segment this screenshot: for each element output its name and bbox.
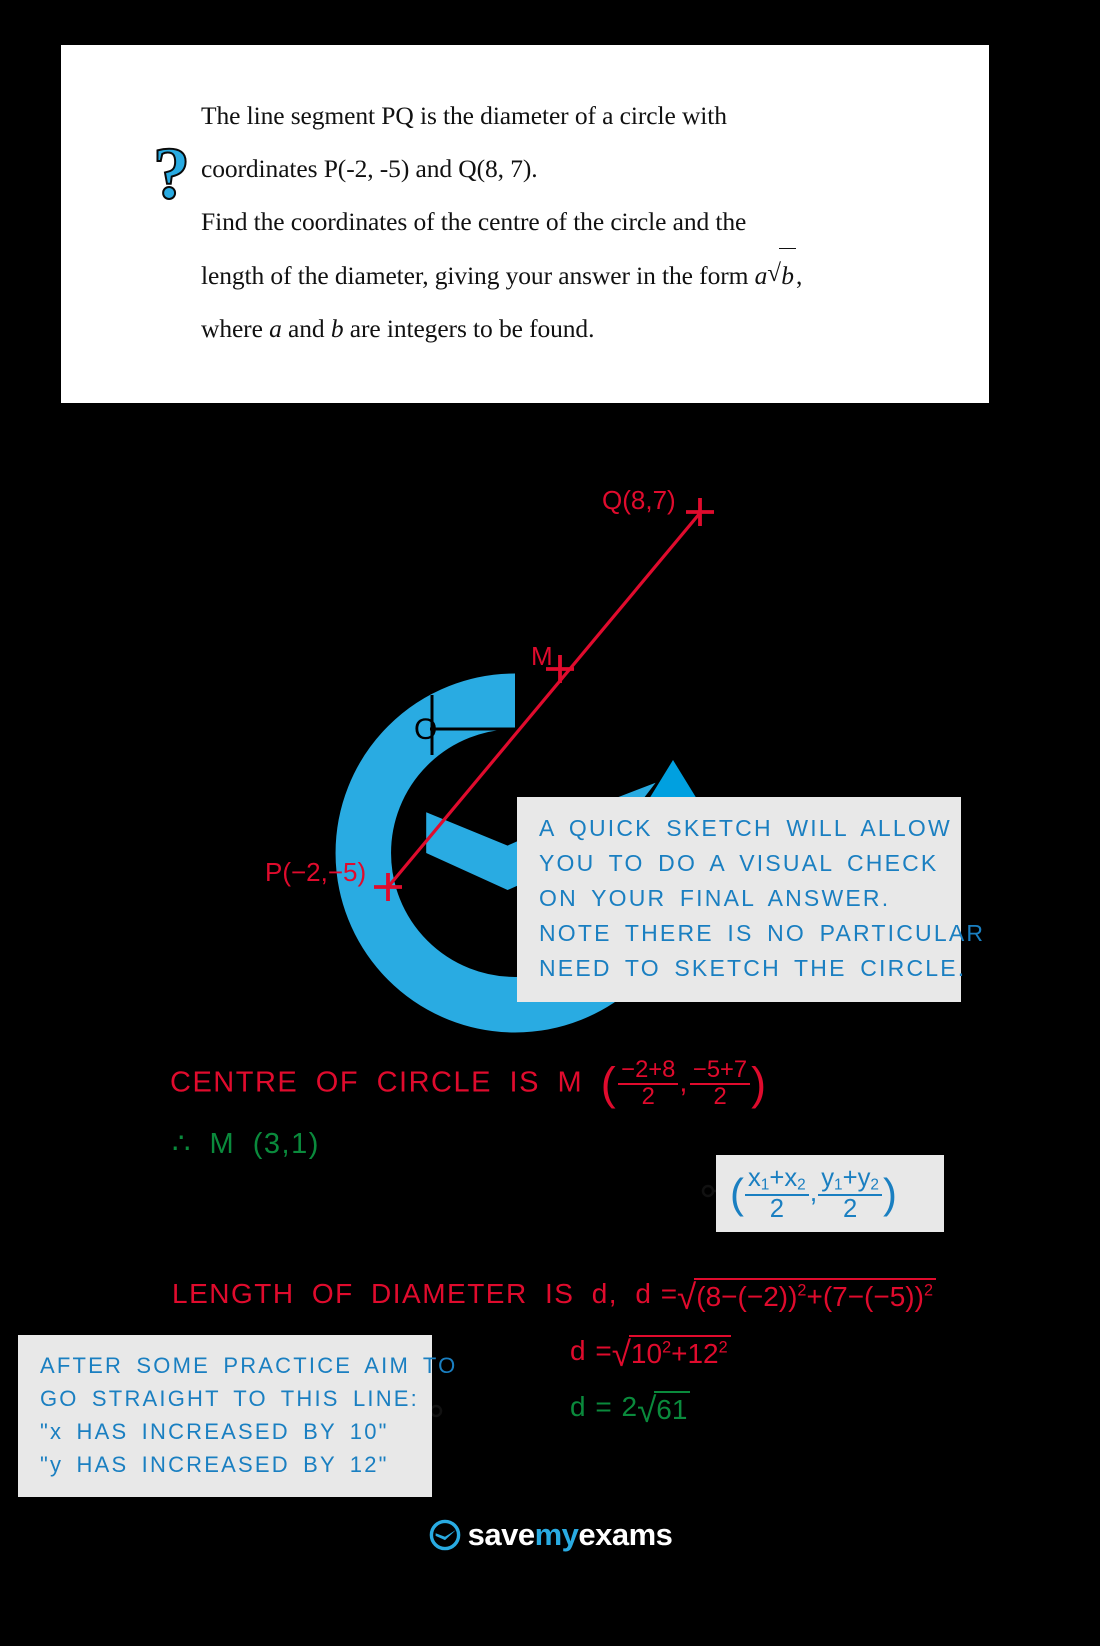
question-line-1: The line segment PQ is the diameter of a… bbox=[201, 101, 727, 130]
formula-x2-sub: 2 bbox=[797, 1176, 806, 1194]
label-p: P(−2,−5) bbox=[265, 857, 367, 887]
d-equals-2: d = bbox=[570, 1335, 612, 1367]
footer-my: my bbox=[534, 1517, 579, 1552]
math-a: a bbox=[754, 261, 768, 290]
line5-prefix: where bbox=[201, 314, 270, 343]
centre-label: CENTRE OF CIRCLE IS M bbox=[170, 1066, 584, 1099]
radicand-10: 10 bbox=[630, 1338, 663, 1369]
footer-wordmark: savemyexams bbox=[468, 1517, 673, 1553]
question-line-3: Find the coordinates of the centre of th… bbox=[201, 207, 747, 236]
tooltip-practice-line-2: GO STRAIGHT TO THIS LINE: bbox=[40, 1386, 419, 1411]
tooltip-sketch-line-5: NEED TO SKETCH THE CIRCLE. bbox=[539, 955, 967, 981]
save-my-exams-mark-icon bbox=[429, 1519, 460, 1551]
tooltip-sketch-line-2: YOU TO DO A VISUAL CHECK bbox=[539, 850, 939, 876]
question-line-2: coordinates P(-2, -5) and Q(8, 7). bbox=[201, 154, 538, 183]
centre-of-circle-line: CENTRE OF CIRCLE IS M (−2+8 2, −5+7 2) bbox=[170, 1057, 768, 1110]
formula-open-paren: ( bbox=[730, 1170, 744, 1217]
question-text: The line segment PQ is the diameter of a… bbox=[201, 89, 949, 355]
tooltip-sketch: A QUICK SKETCH WILL ALLOW YOU TO DO A VI… bbox=[517, 797, 986, 1002]
formula-x-den: 2 bbox=[769, 1194, 784, 1223]
question-line-4-prefix: length of the diameter, giving your answ… bbox=[201, 261, 755, 290]
formula-y2-sub: 2 bbox=[870, 1176, 879, 1194]
tooltip-sketch-line-3: ON YOUR FINAL ANSWER. bbox=[539, 885, 891, 911]
d-equals-3: d = bbox=[570, 1391, 612, 1423]
formula-y1-base: y bbox=[821, 1164, 835, 1192]
question-line-5: where a and b are integers to be found. bbox=[201, 302, 949, 355]
open-paren: ( bbox=[600, 1057, 618, 1109]
question-mark-icon: ? bbox=[152, 133, 191, 215]
formula-comma: , bbox=[809, 1176, 818, 1207]
length-label: LENGTH OF DIAMETER IS d, bbox=[172, 1278, 619, 1310]
formula-y-fraction: y1+y2 2 bbox=[818, 1165, 882, 1222]
formula-x-num: x1+x2 bbox=[744, 1164, 809, 1196]
formula-y-plus: + bbox=[842, 1164, 858, 1192]
radical-body: b bbox=[779, 248, 796, 302]
radicand-plus-1: + bbox=[806, 1281, 823, 1312]
sqrt-radicand-2: 102+122 bbox=[628, 1335, 731, 1370]
line5-mid: and bbox=[281, 314, 331, 343]
tooltip-sketch-line-4: NOTE THERE IS NO PARTICULAR bbox=[539, 920, 986, 946]
tooltip-practice-line-3: "x HAS INCREASED BY 10" bbox=[40, 1419, 389, 1444]
sqrt-expression-3: √61 bbox=[637, 1391, 691, 1428]
centre-y-fraction: −5+7 2 bbox=[689, 1057, 751, 1110]
sqrt-radicand-3: 61 bbox=[654, 1391, 691, 1426]
tooltip-sketch-line-1: A QUICK SKETCH WILL ALLOW bbox=[539, 815, 952, 841]
sqrt-expression-2: √102+122 bbox=[612, 1335, 731, 1372]
working-area: Q(8,7) M P(−2,−5) O A QUICK SKETCH WILL … bbox=[0, 403, 1100, 1646]
question-line-4: length of the diameter, giving your answ… bbox=[201, 248, 949, 302]
d-line-3: d = 2√61 bbox=[570, 1391, 691, 1428]
therefore-m-line: ∴ M (3,1) bbox=[172, 1128, 320, 1160]
d-equals-1: d = bbox=[635, 1278, 678, 1310]
line5-a: a bbox=[269, 314, 282, 343]
sqrt-radicand-1: (8−(−2))2+(7−(−5))2 bbox=[694, 1278, 936, 1313]
formula-y1-sub: 1 bbox=[834, 1176, 843, 1194]
sq-4: 2 bbox=[718, 1338, 728, 1357]
formula-x-fraction: x1+x2 2 bbox=[744, 1164, 809, 1223]
radicand-term-1: (8−(−2)) bbox=[696, 1281, 798, 1312]
footer-save: save bbox=[467, 1517, 535, 1552]
formula-x2-base: x bbox=[784, 1164, 798, 1192]
radical-b: √ b bbox=[767, 248, 796, 302]
midpoint-formula-box: (x1+x2 2, y1+y2 2) bbox=[716, 1155, 944, 1233]
tooltip-practice: AFTER SOME PRACTICE AIM TO GO STRAIGHT T… bbox=[18, 1335, 458, 1497]
sq-2: 2 bbox=[923, 1281, 933, 1300]
label-q: Q(8,7) bbox=[602, 485, 676, 515]
tooltip-practice-line-1: AFTER SOME PRACTICE AIM TO bbox=[40, 1353, 458, 1378]
sq-3: 2 bbox=[662, 1338, 672, 1357]
radicand-12: 12 bbox=[687, 1338, 719, 1369]
formula-y2-base: y bbox=[857, 1164, 871, 1192]
length-of-diameter-line: LENGTH OF DIAMETER IS d, d =√(8−(−2))2+(… bbox=[172, 1278, 936, 1315]
question-card: ? The line segment PQ is the diameter of… bbox=[61, 45, 989, 403]
centre-y-den: 2 bbox=[713, 1082, 727, 1110]
formula-y-den: 2 bbox=[842, 1194, 858, 1223]
centre-x-num: −2+8 bbox=[618, 1057, 679, 1085]
label-m: M bbox=[531, 641, 553, 671]
formula-x1-base: x bbox=[747, 1164, 761, 1192]
line5-b: b bbox=[330, 314, 344, 343]
formula-x-plus: + bbox=[769, 1164, 785, 1192]
centre-x-den: 2 bbox=[641, 1082, 655, 1110]
centre-y-num: −5+7 bbox=[689, 1057, 751, 1085]
fraction-comma: , bbox=[679, 1066, 689, 1099]
sqrt-expression-1: √(8−(−2))2+(7−(−5))2 bbox=[677, 1278, 936, 1315]
d-line-2: d =√102+122 bbox=[570, 1335, 731, 1372]
coefficient-2: 2 bbox=[621, 1391, 638, 1423]
line5-suffix: are integers to be found. bbox=[343, 314, 595, 343]
formula-close-paren: ) bbox=[882, 1170, 897, 1217]
close-paren: ) bbox=[751, 1057, 768, 1109]
tooltip-practice-line-4: "y HAS INCREASED BY 12" bbox=[40, 1452, 389, 1477]
radicand-term-2: (7−(−5)) bbox=[822, 1281, 924, 1312]
footer-exams: exams bbox=[578, 1517, 673, 1552]
centre-x-fraction: −2+8 2 bbox=[618, 1057, 679, 1110]
label-origin: O bbox=[414, 713, 438, 746]
formula-y-num: y1+y2 bbox=[818, 1165, 882, 1196]
footer-logo: savemyexams bbox=[0, 1505, 1100, 1565]
radicand-plus-2: + bbox=[671, 1338, 688, 1369]
question-line-4-suffix: , bbox=[795, 261, 803, 290]
radical-glyph: √ bbox=[767, 260, 781, 287]
